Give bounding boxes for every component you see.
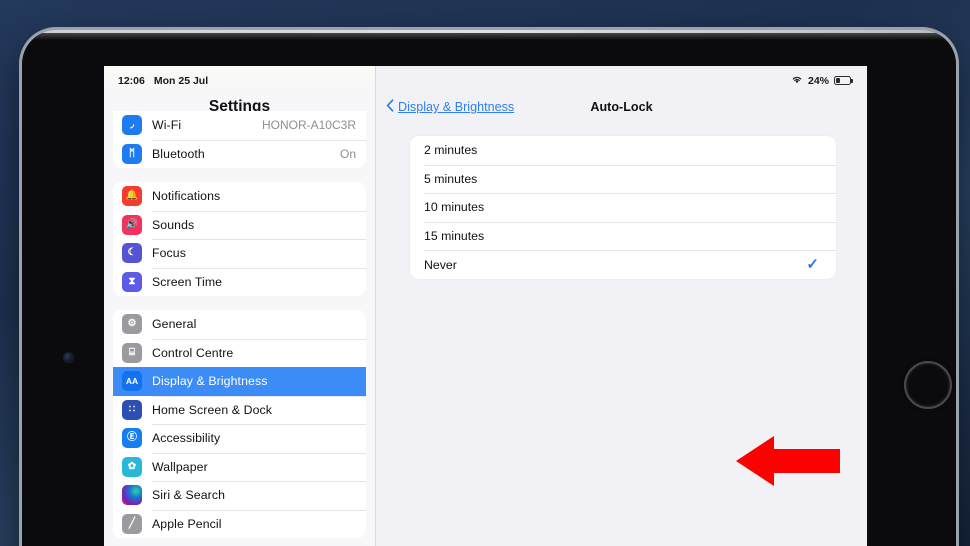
- sidebar-item-label: General: [152, 317, 196, 331]
- checkmark-icon: ✓: [806, 257, 819, 272]
- detail-status-bar: 24%: [376, 66, 867, 90]
- sidebar-item-control-centre[interactable]: ⌸ Control Centre: [113, 339, 366, 368]
- sidebar-item-label: Display & Brightness: [152, 374, 267, 388]
- sidebar-item-display-brightness[interactable]: AA Display & Brightness: [113, 367, 366, 396]
- sidebar-item-general[interactable]: ⚙ General: [113, 310, 366, 339]
- sidebar-item-label: Wi-Fi: [152, 118, 181, 132]
- bezel-glare: [22, 30, 956, 40]
- sidebar-item-bluetooth[interactable]: ᛗ Bluetooth On: [113, 140, 366, 169]
- sidebar-item-wallpaper[interactable]: ✿ Wallpaper: [113, 453, 366, 482]
- detail-pane: 24% Display & Brightness Auto-Lock 2 min…: [376, 66, 867, 546]
- sidebar-item-value: On: [340, 147, 356, 161]
- sidebar-item-label: Home Screen & Dock: [152, 403, 272, 417]
- sidebar-group: ⚙ General ⌸ Control Centre AA Display & Brigh…: [113, 310, 366, 538]
- settings-sidebar: 12:06 Mon 25 Jul Settings ◞Wi-FiHONOR-A1…: [104, 66, 376, 546]
- sidebar-group: 🔔 Notifications 🔊 Sounds ☾ Focus ⧗ Screen Time: [113, 182, 366, 296]
- sidebar-item-home-screen-dock[interactable]: ∷ Home Screen & Dock: [113, 396, 366, 425]
- ipad-device: 12:06 Mon 25 Jul Settings ◞Wi-FiHONOR-A1…: [22, 30, 956, 546]
- status-bar: 12:06 Mon 25 Jul: [104, 66, 375, 90]
- speaker-icon: 🔊: [122, 215, 142, 235]
- bluetooth-icon: ᛗ: [122, 144, 142, 164]
- auto-lock-option-label: 15 minutes: [424, 229, 484, 243]
- auto-lock-option-label: 10 minutes: [424, 200, 484, 214]
- sidebar-item-wi-fi[interactable]: ◞ Wi-Fi HONOR-A10C3R: [113, 111, 366, 140]
- sidebar-scroll-area[interactable]: ◞Wi-FiHONOR-A10C3RᛗBluetoothOn🔔Notificat…: [104, 124, 375, 546]
- sidebar-item-label: Sounds: [152, 218, 194, 232]
- back-button[interactable]: Display & Brightness: [386, 99, 514, 115]
- status-bar-date: Mon 25 Jul: [154, 75, 208, 87]
- sliders-icon: ⌸: [122, 343, 142, 363]
- sidebar-item-notifications[interactable]: 🔔 Notifications: [113, 182, 366, 211]
- sidebar-item-label: Bluetooth: [152, 147, 205, 161]
- battery-icon: [834, 76, 851, 85]
- detail-nav-bar: Display & Brightness Auto-Lock: [376, 90, 867, 124]
- wifi-icon: [791, 75, 803, 87]
- auto-lock-option-label: 5 minutes: [424, 172, 477, 186]
- auto-lock-option[interactable]: Never ✓: [410, 250, 836, 279]
- auto-lock-option[interactable]: 5 minutes: [410, 165, 836, 194]
- battery-percent-label: 24%: [808, 75, 829, 87]
- auto-lock-option[interactable]: 10 minutes: [410, 193, 836, 222]
- sidebar-item-siri-search[interactable]: Siri & Search: [113, 481, 366, 510]
- sidebar-item-label: Siri & Search: [152, 488, 225, 502]
- sidebar-item-label: Accessibility: [152, 431, 220, 445]
- chevron-left-icon: [386, 99, 394, 115]
- wifi-icon: ◞: [122, 115, 142, 135]
- moon-icon: ☾: [122, 243, 142, 263]
- back-button-label: Display & Brightness: [398, 100, 514, 114]
- home-button[interactable]: [904, 361, 952, 409]
- sidebar-item-screen-time[interactable]: ⧗ Screen Time: [113, 268, 366, 297]
- status-bar-time: 12:06: [118, 75, 145, 87]
- auto-lock-option[interactable]: 15 minutes: [410, 222, 836, 251]
- auto-lock-option-label: Never: [424, 258, 457, 272]
- auto-lock-option[interactable]: 2 minutes: [410, 136, 836, 165]
- aa-icon: AA: [122, 371, 142, 391]
- ipad-screen: 12:06 Mon 25 Jul Settings ◞Wi-FiHONOR-A1…: [104, 66, 867, 546]
- accessibility-icon: Ⓔ: [122, 428, 142, 448]
- grid-apps-icon: ∷: [122, 400, 142, 420]
- siri-orb-icon: [122, 485, 142, 505]
- sidebar-item-label: Control Centre: [152, 346, 233, 360]
- sidebar-item-label: Notifications: [152, 189, 220, 203]
- sidebar-group: ◞ Wi-Fi HONOR-A10C3R ᛗ Bluetooth On: [113, 111, 366, 168]
- flower-icon: ✿: [122, 457, 142, 477]
- gear-icon: ⚙: [122, 314, 142, 334]
- hourglass-icon: ⧗: [122, 272, 142, 292]
- sidebar-item-label: Focus: [152, 246, 186, 260]
- auto-lock-option-label: 2 minutes: [424, 143, 477, 157]
- red-left-arrow: [734, 432, 842, 490]
- sidebar-item-focus[interactable]: ☾ Focus: [113, 239, 366, 268]
- sidebar-item-label: Screen Time: [152, 275, 222, 289]
- sidebar-item-label: Apple Pencil: [152, 517, 222, 531]
- sidebar-item-value: HONOR-A10C3R: [262, 118, 356, 132]
- pencil-icon: ╱: [122, 514, 142, 534]
- bell-icon: 🔔: [122, 186, 142, 206]
- sidebar-item-label: Wallpaper: [152, 460, 208, 474]
- sidebar-item-accessibility[interactable]: Ⓔ Accessibility: [113, 424, 366, 453]
- sidebar-item-sounds[interactable]: 🔊 Sounds: [113, 211, 366, 240]
- auto-lock-options-list: 2 minutes 5 minutes 10 minutes 15 minutes Ne…: [410, 136, 836, 279]
- front-camera-icon: [64, 353, 73, 362]
- sidebar-item-apple-pencil[interactable]: ╱ Apple Pencil: [113, 510, 366, 539]
